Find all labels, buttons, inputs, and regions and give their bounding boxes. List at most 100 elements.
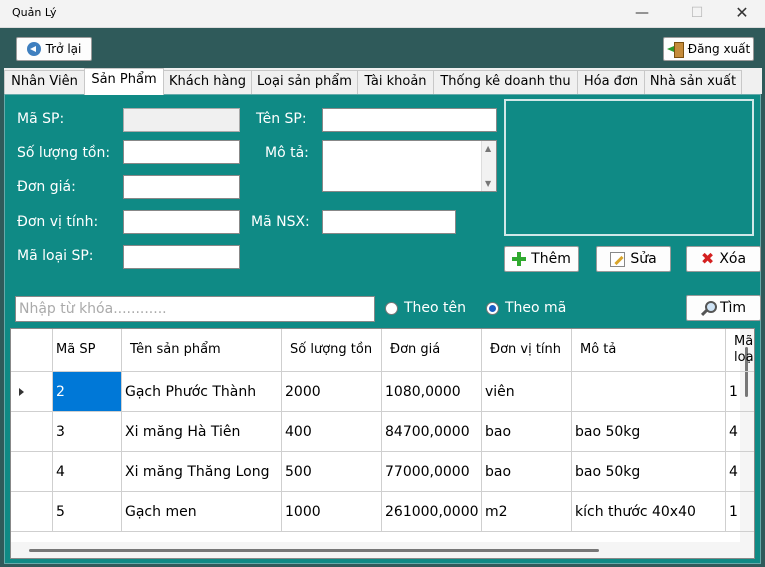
table-cell[interactable]: bao 50kg [572, 412, 726, 452]
current-row-arrow-icon [19, 388, 24, 396]
don-vi-input[interactable] [123, 210, 240, 234]
product-image-box[interactable] [504, 99, 754, 236]
table-cell[interactable] [572, 372, 726, 412]
tab-nhan-vien[interactable]: Nhân Viên [4, 70, 85, 94]
edit-button[interactable]: Sửa [596, 246, 671, 272]
table-column-header[interactable]: Tên sản phẩm [122, 329, 282, 372]
mo-ta-scrollbar[interactable]: ▲ ▼ [481, 141, 496, 191]
so-luong-input[interactable] [123, 140, 240, 164]
table-cell[interactable]: 2 [53, 372, 122, 412]
table-cell[interactable]: kích thước 40x40 [572, 492, 726, 532]
radio-by-code-label: Theo mã [505, 300, 567, 316]
scroll-down-icon[interactable]: ▼ [485, 179, 491, 188]
table-cell[interactable]: bao [482, 412, 572, 452]
product-table[interactable]: Mã SP Tên sản phẩm Số lượng tồn Đơn giá Đơn … [10, 328, 755, 559]
close-button[interactable]: ✕ [720, 2, 764, 24]
delete-x-icon: ✖ [700, 249, 715, 268]
table-cell[interactable]: 77000,0000 [382, 452, 482, 492]
table-row-header[interactable] [11, 452, 53, 492]
table-column-header[interactable]: Mã SP [53, 329, 122, 372]
table-cell[interactable]: 261000,0000 [382, 492, 482, 532]
search-input[interactable] [15, 296, 375, 322]
add-button-label: Thêm [531, 251, 571, 267]
radio-by-code-dot[interactable] [486, 301, 499, 315]
table-cell[interactable]: 4 [726, 412, 754, 452]
table-cell[interactable]: 4 [726, 452, 754, 492]
magnifier-icon [701, 301, 717, 315]
product-panel: Mã SP: Số lượng tồn: Đơn giá: Đơn vị tín… [4, 94, 761, 564]
plus-icon [512, 252, 527, 266]
search-button[interactable]: Tìm [686, 295, 761, 321]
back-button[interactable]: Trở lại [16, 37, 92, 61]
ma-nsx-label: Mã NSX: [251, 214, 310, 230]
table-cell[interactable]: 2000 [282, 372, 382, 412]
tab-khach-hang[interactable]: Khách hàng [163, 70, 252, 94]
tab-bar: Nhân Viên Sản Phẩm Khách hàng Loại sản p… [4, 68, 762, 95]
table-row-header[interactable] [11, 492, 53, 532]
back-arrow-icon [26, 42, 41, 56]
mo-ta-textarea[interactable]: ▲ ▼ [322, 140, 497, 192]
table-cell[interactable]: 1000 [282, 492, 382, 532]
table-cell[interactable]: Xi măng Hà Tiên [122, 412, 282, 452]
radio-by-name[interactable]: Theo tên [385, 300, 466, 316]
ten-sp-label: Tên SP: [256, 111, 307, 127]
exit-door-icon [666, 42, 684, 58]
scroll-up-icon[interactable]: ▲ [485, 144, 491, 153]
don-gia-label: Đơn giá: [17, 179, 76, 195]
table-column-header[interactable]: Mã loại [726, 329, 754, 372]
table-cell[interactable]: 1 [726, 492, 754, 532]
minimize-button[interactable]: — [620, 2, 664, 24]
table-cell[interactable]: 5 [53, 492, 122, 532]
table-cell[interactable]: Gạch Phước Thành [122, 372, 282, 412]
add-button[interactable]: Thêm [504, 246, 579, 272]
table-cell[interactable]: 500 [282, 452, 382, 492]
tab-thong-ke-doanh-thu[interactable]: Thống kê doanh thu [433, 70, 578, 94]
logout-button[interactable]: Đăng xuất [663, 37, 754, 61]
table-cell[interactable]: bao 50kg [572, 452, 726, 492]
radio-by-code[interactable]: Theo mã [486, 300, 566, 316]
table-cell[interactable]: 400 [282, 412, 382, 452]
don-gia-input[interactable] [123, 175, 240, 199]
table-column-header[interactable]: Đơn giá [382, 329, 482, 372]
table-column-header[interactable]: Mô tả [572, 329, 726, 372]
table-cell[interactable]: Gạch men [122, 492, 282, 532]
table-column-header[interactable]: Số lượng tồn [282, 329, 382, 372]
delete-button[interactable]: ✖ Xóa [686, 246, 761, 272]
table-cell[interactable]: 4 [53, 452, 122, 492]
table-cell[interactable]: 84700,0000 [382, 412, 482, 452]
table-cell[interactable]: m2 [482, 492, 572, 532]
tab-nha-san-xuat[interactable]: Nhà sản xuất [644, 70, 742, 94]
table-header-corner [11, 329, 53, 372]
table-column-header[interactable]: Đơn vị tính [482, 329, 572, 372]
table-cell[interactable]: 1 [726, 372, 754, 412]
ma-sp-input[interactable] [123, 108, 240, 132]
radio-by-name-dot[interactable] [385, 301, 398, 315]
radio-by-name-label: Theo tên [404, 300, 467, 316]
ten-sp-input[interactable] [322, 108, 497, 132]
mo-ta-label: Mô tả: [265, 145, 309, 161]
table-row-header[interactable] [11, 372, 53, 412]
tab-san-pham[interactable]: Sản Phẩm [84, 68, 164, 95]
title-bar: Quản Lý — ☐ ✕ [0, 0, 765, 28]
delete-button-label: Xóa [719, 251, 747, 267]
table-cell[interactable]: 1080,0000 [382, 372, 482, 412]
table-row-header[interactable] [11, 412, 53, 452]
maximize-button[interactable]: ☐ [675, 2, 719, 24]
search-button-label: Tìm [719, 300, 747, 316]
table-cell[interactable]: Xi măng Thăng Long [122, 452, 282, 492]
table-cell[interactable]: viên [482, 372, 572, 412]
window-title: Quản Lý [12, 6, 57, 19]
tab-tai-khoan[interactable]: Tài khoản [357, 70, 434, 94]
ma-nsx-input[interactable] [322, 210, 456, 234]
table-cell[interactable]: 3 [53, 412, 122, 452]
ma-sp-label: Mã SP: [17, 111, 65, 127]
hscroll-thumb[interactable] [29, 549, 599, 552]
ma-loai-input[interactable] [123, 245, 240, 269]
edit-button-label: Sửa [630, 251, 657, 267]
table-horizontal-scrollbar[interactable] [11, 542, 754, 558]
table-cell[interactable]: bao [482, 452, 572, 492]
tab-loai-san-pham[interactable]: Loại sản phẩm [251, 70, 358, 94]
top-toolbar: Trở lại Đăng xuất [0, 28, 765, 68]
tab-hoa-don[interactable]: Hóa đơn [577, 70, 645, 94]
ma-loai-label: Mã loại SP: [17, 248, 94, 264]
